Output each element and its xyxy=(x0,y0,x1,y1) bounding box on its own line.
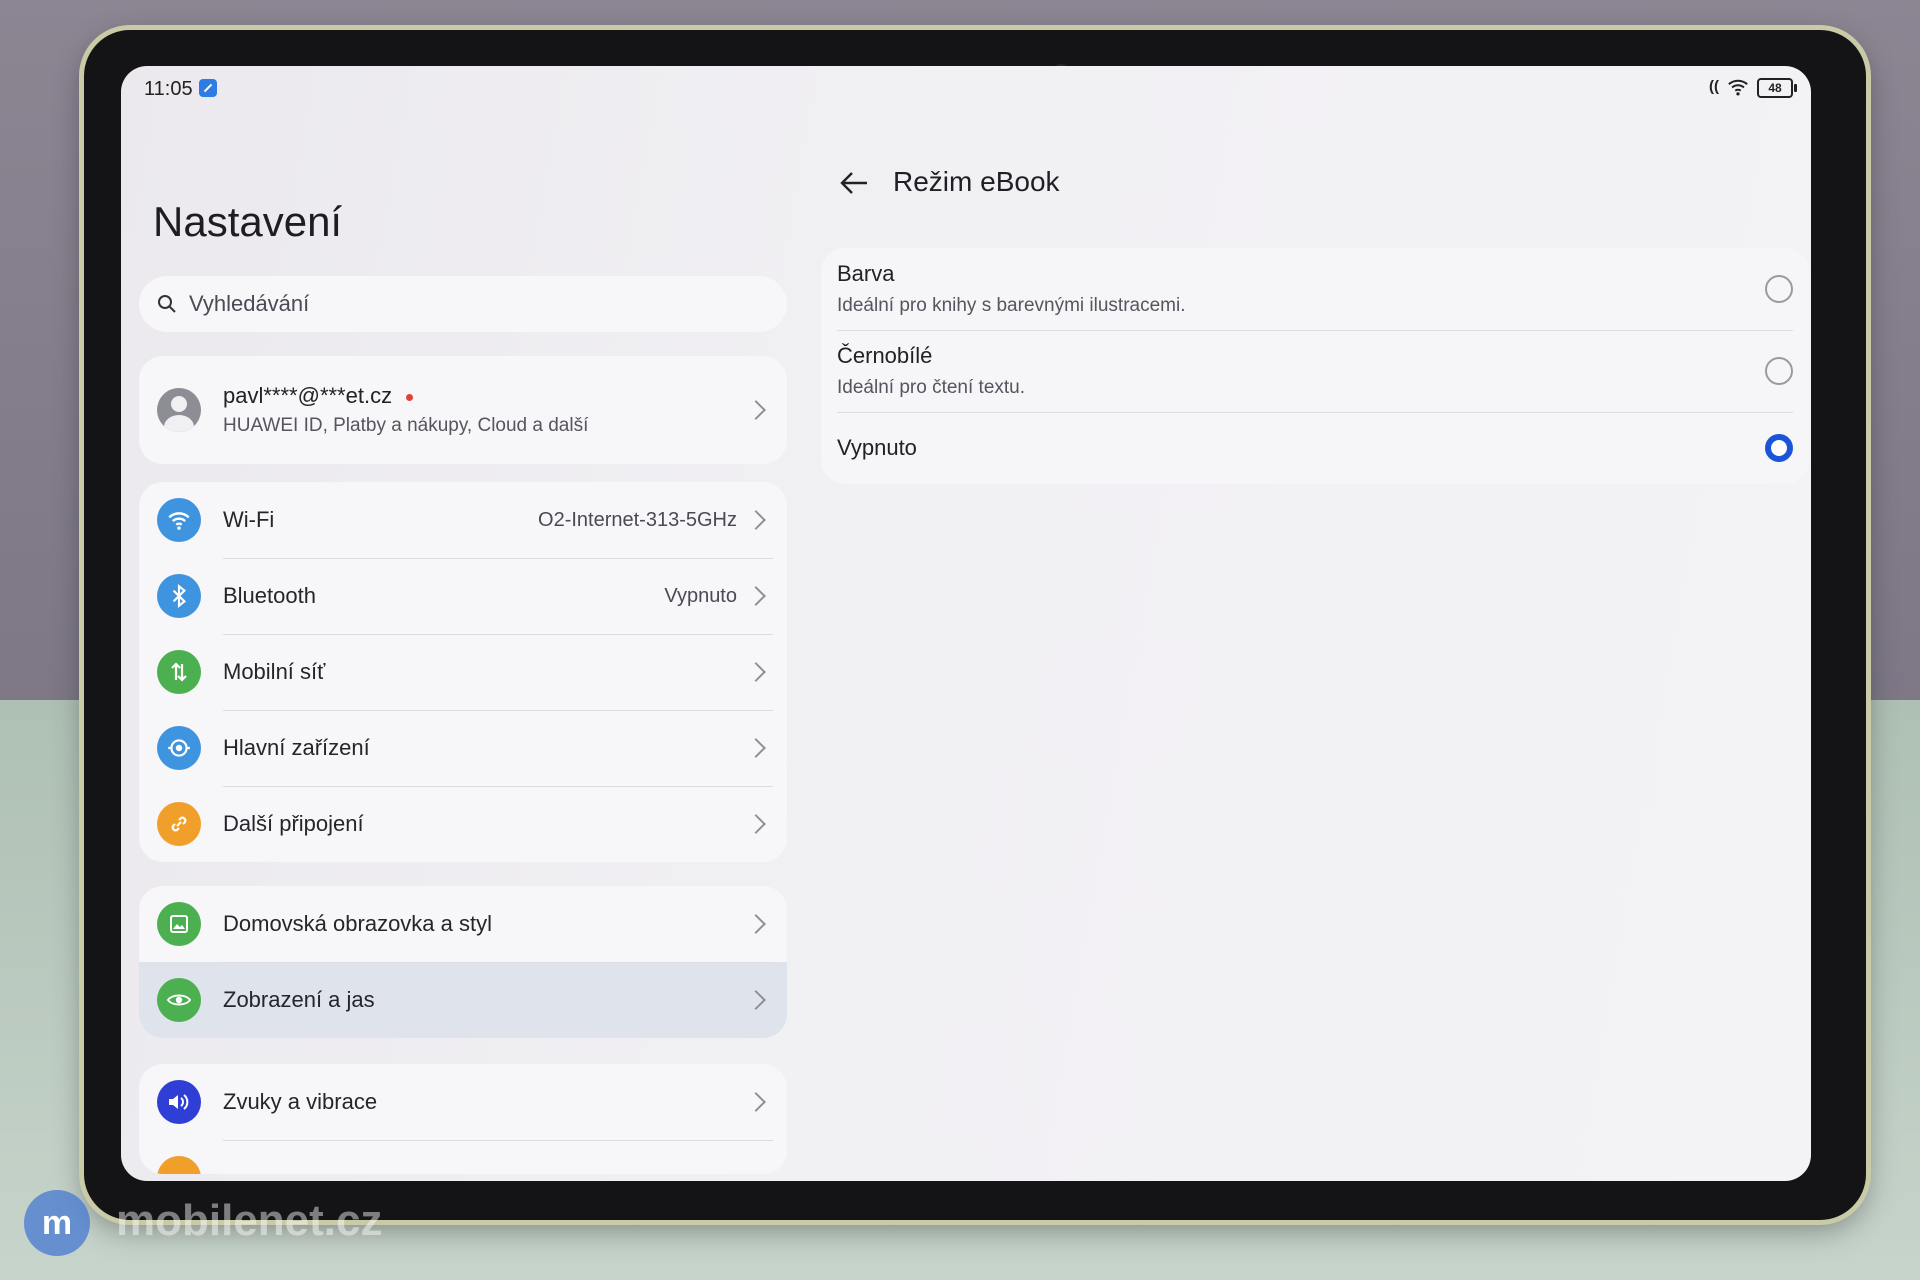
avatar xyxy=(157,388,201,432)
home-screen-icon xyxy=(157,902,201,946)
radio-button[interactable] xyxy=(1765,357,1793,385)
status-time: 11:05 xyxy=(144,78,193,100)
account-subtitle: HUAWEI ID, Platby a nákupy, Cloud a dalš… xyxy=(223,415,589,436)
main-device-icon xyxy=(157,726,201,770)
option-subtitle: Ideální pro čtení textu. xyxy=(837,377,1026,398)
settings-item-value: Vypnuto xyxy=(664,584,737,607)
chevron-right-icon xyxy=(746,990,766,1010)
settings-item-main-device[interactable]: Hlavní zařízení xyxy=(139,710,787,786)
chevron-right-icon xyxy=(746,1092,766,1112)
radio-button-selected[interactable] xyxy=(1765,434,1793,462)
display-card: Domovská obrazovka a styl Zobrazení a ja… xyxy=(139,886,787,1038)
settings-item-label: Mobilní síť xyxy=(223,659,326,684)
mobile-network-icon xyxy=(157,650,201,694)
back-arrow-icon[interactable] xyxy=(837,166,871,200)
page-title: Nastavení xyxy=(153,198,343,245)
ebook-options-card: Barva Ideální pro knihy s barevnými ilus… xyxy=(821,248,1809,484)
account-row[interactable]: pavl****@***et.cz HUAWEI ID, Platby a ná… xyxy=(139,356,787,464)
option-title: Černobílé xyxy=(837,343,933,368)
wifi-signal-icon xyxy=(1728,79,1748,96)
settings-item-label: Další připojení xyxy=(223,811,364,836)
radio-button[interactable] xyxy=(1765,275,1793,303)
settings-item-partial[interactable] xyxy=(139,1140,787,1174)
chevron-right-icon xyxy=(746,586,766,606)
bluetooth-icon xyxy=(157,574,201,618)
account-card[interactable]: pavl****@***et.cz HUAWEI ID, Platby a ná… xyxy=(139,356,787,464)
connectivity-card: Wi-Fi O2-Internet-313-5GHz Bluetooth Vyp… xyxy=(139,482,787,862)
sound-card: Zvuky a vibrace xyxy=(139,1064,787,1174)
chevron-right-icon xyxy=(746,914,766,934)
settings-item-home-screen[interactable]: Domovská obrazovka a styl xyxy=(139,886,787,962)
chevron-right-icon xyxy=(746,662,766,682)
search-icon xyxy=(158,295,176,313)
settings-item-bluetooth[interactable]: Bluetooth Vypnuto xyxy=(139,558,787,634)
chevron-right-icon xyxy=(746,738,766,758)
eye-icon xyxy=(157,978,201,1022)
settings-item-label: Zobrazení a jas xyxy=(223,987,375,1012)
settings-item-value: O2-Internet-313-5GHz xyxy=(538,508,737,531)
wifi-icon xyxy=(157,498,201,542)
account-name: pavl****@***et.cz xyxy=(223,383,393,408)
notification-dot xyxy=(406,393,414,401)
option-off[interactable]: Vypnuto xyxy=(821,412,1809,484)
settings-item-wifi[interactable]: Wi-Fi O2-Internet-313-5GHz xyxy=(139,482,787,558)
watermark-text: mobilenet.cz xyxy=(116,1196,383,1245)
watermark-logo: m xyxy=(24,1190,90,1256)
option-subtitle: Ideální pro knihy s barevnými ilustracem… xyxy=(837,295,1186,316)
link-icon xyxy=(157,802,201,846)
option-black-white[interactable]: Černobílé Ideální pro čtení textu. xyxy=(821,330,1809,412)
settings-item-mobile-network[interactable]: Mobilní síť xyxy=(139,634,787,710)
settings-item-label: Wi-Fi xyxy=(223,507,275,532)
option-color[interactable]: Barva Ideální pro knihy s barevnými ilus… xyxy=(821,248,1809,330)
chevron-right-icon xyxy=(746,814,766,834)
settings-item-label: Hlavní zařízení xyxy=(223,735,370,760)
tablet-screen: 11:05 (( 48 Nastavení Vyhledávání pavl**… xyxy=(121,66,1811,1181)
search-input[interactable]: Vyhledávání xyxy=(139,276,787,332)
settings-item-label: Bluetooth xyxy=(223,583,316,608)
settings-item-more-connections[interactable]: Další připojení xyxy=(139,786,787,862)
battery-indicator: 48 xyxy=(1757,78,1797,98)
page-title: Režim eBook xyxy=(893,166,1060,197)
notification-icon xyxy=(157,1156,201,1174)
chevron-right-icon xyxy=(746,510,766,530)
search-placeholder: Vyhledávání xyxy=(189,291,310,316)
settings-item-label: Domovská obrazovka a styl xyxy=(223,911,492,936)
nfc-icon: (( xyxy=(1709,78,1719,95)
ebook-mode-pane: Režim eBook Barva Ideální pro knihy s ba… xyxy=(803,110,1811,1181)
settings-item-sounds[interactable]: Zvuky a vibrace xyxy=(139,1064,787,1140)
settings-item-display-brightness[interactable]: Zobrazení a jas xyxy=(139,962,787,1038)
notes-icon xyxy=(199,79,217,97)
option-title: Vypnuto xyxy=(837,435,917,460)
settings-list-pane: Nastavení Vyhledávání pavl****@***et.cz … xyxy=(121,110,803,1181)
chevron-right-icon xyxy=(746,400,766,420)
settings-item-label: Zvuky a vibrace xyxy=(223,1089,378,1114)
status-bar: 11:05 (( 48 xyxy=(121,66,1811,110)
option-title: Barva xyxy=(837,261,895,286)
speaker-icon xyxy=(157,1080,201,1124)
